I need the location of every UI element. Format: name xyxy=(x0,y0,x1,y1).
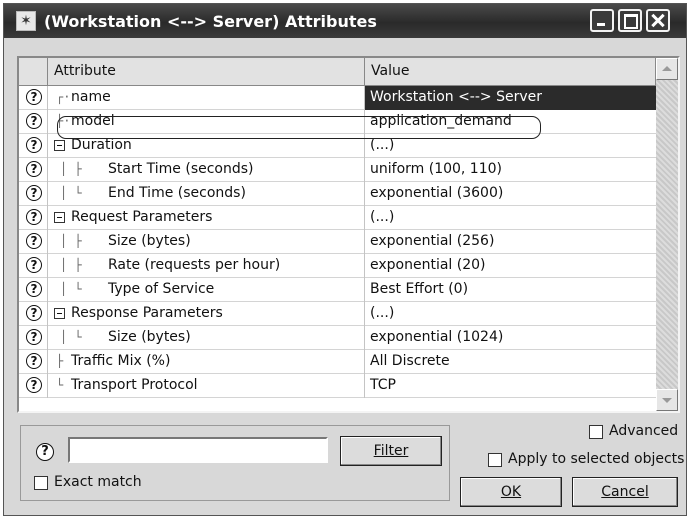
attribute-row-request-parameters[interactable]: ? Request Parameters (...) xyxy=(19,206,656,230)
attribute-label: Response Parameters xyxy=(71,305,223,321)
advanced-label[interactable]: Advanced xyxy=(609,423,678,439)
collapse-toggle-icon[interactable] xyxy=(54,212,65,223)
value-cell[interactable]: exponential (1024) xyxy=(365,326,656,350)
cancel-button-label: Cancel xyxy=(601,484,649,500)
attribute-grid: Attribute Value ? ┌· name Workstation <-… xyxy=(17,56,680,413)
collapse-toggle-icon[interactable] xyxy=(54,140,65,151)
value-cell[interactable]: uniform (100, 110) xyxy=(365,158,656,182)
attribute-row-rate[interactable]: ? │ ├ Rate (requests per hour) exponenti… xyxy=(19,254,656,278)
help-icon[interactable]: ? xyxy=(26,281,42,297)
header-attribute[interactable]: Attribute xyxy=(48,58,365,86)
cancel-button[interactable]: Cancel xyxy=(572,477,678,507)
help-icon[interactable]: ? xyxy=(26,329,42,345)
app-icon: ✶ xyxy=(16,11,36,31)
title-bar[interactable]: ✶ (Workstation <--> Server) Attributes xyxy=(4,4,686,38)
filter-button[interactable]: Filter xyxy=(340,436,442,466)
tree-connector: │ ├ xyxy=(60,162,82,176)
help-icon[interactable]: ? xyxy=(26,113,42,129)
value-cell[interactable]: (...) xyxy=(365,302,656,326)
attribute-row-type-of-service[interactable]: ? │ └ Type of Service Best Effort (0) xyxy=(19,278,656,302)
attribute-row-transport-protocol[interactable]: ? └ Transport Protocol TCP xyxy=(19,374,656,398)
value-cell[interactable]: application_demand xyxy=(365,110,656,134)
attribute-row-response-size[interactable]: ? │ └ Size (bytes) exponential (1024) xyxy=(19,326,656,350)
help-icon[interactable]: ? xyxy=(26,233,42,249)
value-cell[interactable]: exponential (20) xyxy=(365,254,656,278)
attribute-row-traffic-mix[interactable]: ? ├ Traffic Mix (%) All Discrete xyxy=(19,350,656,374)
value-cell[interactable]: exponential (3600) xyxy=(365,182,656,206)
help-icon[interactable]: ? xyxy=(26,377,42,393)
ok-button-label: OK xyxy=(500,484,522,500)
value-cell[interactable]: (...) xyxy=(365,134,656,158)
help-icon[interactable]: ? xyxy=(26,353,42,369)
help-icon[interactable]: ? xyxy=(26,161,42,177)
attribute-label: Duration xyxy=(71,137,132,153)
tree-connector: └ xyxy=(56,378,64,392)
value-cell[interactable]: Workstation <--> Server xyxy=(365,86,656,110)
filter-button-label: Filter xyxy=(373,443,409,459)
attribute-label: Traffic Mix (%) xyxy=(71,353,171,369)
tree-connector: │ └ xyxy=(60,282,82,296)
attribute-row-model[interactable]: ? ├· model application_demand xyxy=(19,110,656,134)
tree-connector: │ └ xyxy=(60,186,82,200)
ok-button[interactable]: OK xyxy=(460,477,562,507)
filter-help-icon[interactable]: ? xyxy=(36,443,54,461)
tree-connector: ┌· xyxy=(56,90,71,104)
header-corner xyxy=(19,58,48,86)
attribute-label: Start Time (seconds) xyxy=(108,161,254,177)
scroll-up-button[interactable] xyxy=(656,58,678,80)
attribute-row-end-time[interactable]: ? │ └ End Time (seconds) exponential (36… xyxy=(19,182,656,206)
scroll-down-button[interactable] xyxy=(656,389,678,411)
attribute-label: Size (bytes) xyxy=(108,233,191,249)
attribute-label: Request Parameters xyxy=(71,209,213,225)
collapse-toggle-icon[interactable] xyxy=(54,308,65,319)
value-cell[interactable]: All Discrete xyxy=(365,350,656,374)
close-button[interactable] xyxy=(646,9,670,32)
attribute-row-start-time[interactable]: ? │ ├ Start Time (seconds) uniform (100,… xyxy=(19,158,656,182)
help-icon[interactable]: ? xyxy=(26,257,42,273)
attribute-row-name[interactable]: ? ┌· name Workstation <--> Server xyxy=(19,86,656,110)
attribute-label: Transport Protocol xyxy=(71,377,198,393)
attribute-row-request-size[interactable]: ? │ ├ Size (bytes) exponential (256) xyxy=(19,230,656,254)
value-cell[interactable]: TCP xyxy=(365,374,656,398)
value-cell[interactable]: (...) xyxy=(365,206,656,230)
apply-to-selected-checkbox[interactable] xyxy=(488,453,502,467)
attribute-label: End Time (seconds) xyxy=(108,185,246,201)
attribute-label: Type of Service xyxy=(108,281,215,297)
help-icon[interactable]: ? xyxy=(26,185,42,201)
vertical-scrollbar[interactable] xyxy=(656,58,678,411)
maximize-button[interactable] xyxy=(618,9,642,32)
help-icon[interactable]: ? xyxy=(26,137,42,153)
exact-match-checkbox[interactable] xyxy=(34,476,48,490)
advanced-checkbox[interactable] xyxy=(589,425,603,439)
attribute-label: Size (bytes) xyxy=(108,329,191,345)
minimize-button[interactable] xyxy=(590,9,614,32)
filter-input[interactable] xyxy=(68,437,328,463)
attribute-label: model xyxy=(71,113,115,129)
attribute-row-response-parameters[interactable]: ? Response Parameters (...) xyxy=(19,302,656,326)
grid-body: Attribute Value ? ┌· name Workstation <-… xyxy=(19,58,656,411)
tree-connector: ├· xyxy=(56,114,71,128)
attribute-row-duration[interactable]: ? Duration (...) xyxy=(19,134,656,158)
apply-to-selected-label[interactable]: Apply to selected objects xyxy=(508,451,684,467)
value-cell[interactable]: exponential (256) xyxy=(365,230,656,254)
window-title: (Workstation <--> Server) Attributes xyxy=(44,12,377,31)
help-icon[interactable]: ? xyxy=(26,89,42,105)
tree-connector: │ ├ xyxy=(60,258,82,272)
attribute-label: Rate (requests per hour) xyxy=(108,257,281,273)
exact-match-label[interactable]: Exact match xyxy=(54,474,142,490)
header-value[interactable]: Value xyxy=(365,58,656,86)
help-icon[interactable]: ? xyxy=(26,209,42,225)
value-cell[interactable]: Best Effort (0) xyxy=(365,278,656,302)
tree-connector: ├ xyxy=(56,354,64,368)
tree-connector: │ ├ xyxy=(60,234,82,248)
grid-rows: ? ┌· name Workstation <--> Server ? ├· m… xyxy=(19,86,656,398)
tree-connector: │ └ xyxy=(60,330,82,344)
attribute-label: name xyxy=(71,89,111,105)
help-icon[interactable]: ? xyxy=(26,305,42,321)
